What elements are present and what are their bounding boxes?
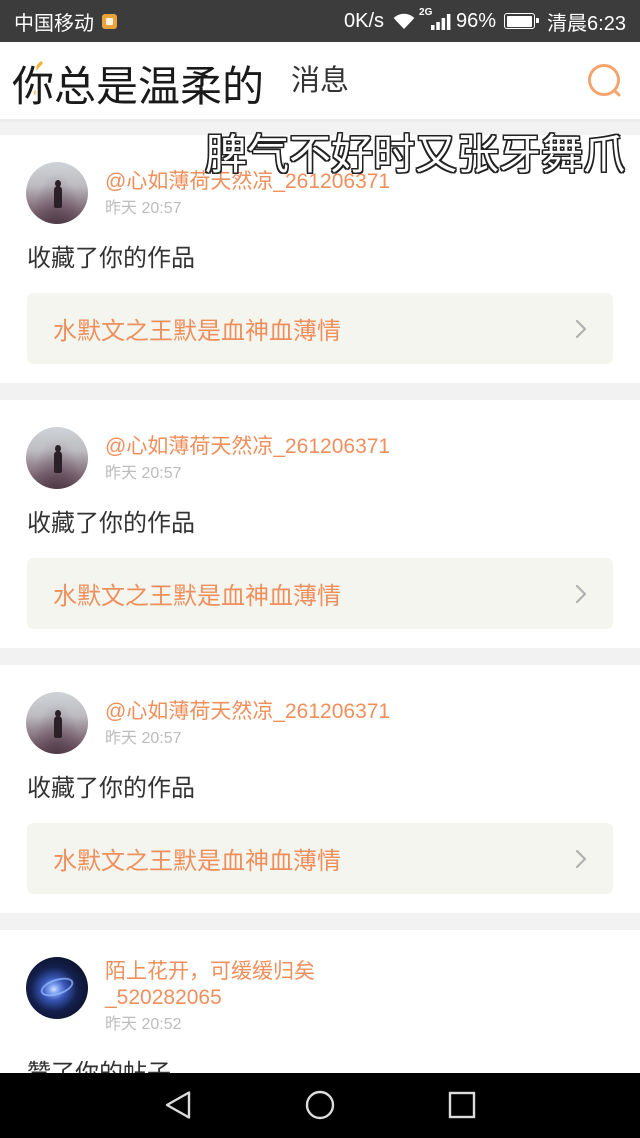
message-card[interactable]: @心如薄荷天然凉_261206371 昨天 20:57 收藏了你的作品 水默文之… — [0, 400, 640, 648]
system-nav-bar — [0, 1073, 640, 1138]
chevron-right-icon — [575, 584, 587, 603]
app-header: 消息 — [0, 42, 640, 120]
username-link[interactable]: @心如薄荷天然凉_261206371 — [105, 699, 390, 725]
message-time: 昨天 20:57 — [105, 465, 182, 482]
chevron-right-icon — [575, 849, 587, 868]
battery-fill — [506, 15, 532, 27]
chevron-right-icon — [575, 319, 587, 338]
avatar-figure — [54, 445, 62, 473]
work-title: 水默文之王默是血神血薄情 — [53, 848, 341, 875]
work-link[interactable]: 水默文之王默是血神血薄情 — [27, 293, 613, 364]
page-title: 消息 — [290, 65, 349, 97]
message-action-text: 赞了你的帖子 — [27, 1059, 613, 1073]
status-indicators: 0K/s 2G 96% 清晨6:23 — [344, 7, 626, 36]
app-notification-icon — [102, 13, 117, 29]
work-link[interactable]: 水默文之王默是血神血薄情 — [27, 558, 613, 629]
message-meta: @心如薄荷天然凉_261206371 昨天 20:57 — [105, 169, 390, 223]
signal-icon: 2G — [419, 8, 451, 32]
carrier-name: 中国移动 — [14, 12, 94, 35]
message-header: @心如薄荷天然凉_261206371 昨天 20:57 — [26, 162, 613, 224]
message-card[interactable]: @心如薄荷天然凉_261206371 昨天 20:57 收藏了你的作品 水默文之… — [0, 665, 640, 913]
wifi-icon — [393, 13, 415, 30]
message-action-text: 收藏了你的作品 — [27, 510, 195, 537]
username-link[interactable]: @心如薄荷天然凉_261206371 — [105, 169, 390, 195]
battery-icon — [504, 13, 540, 29]
net-speed: 0K/s — [344, 9, 385, 32]
message-card[interactable]: @心如薄荷天然凉_261206371 昨天 20:57 收藏了你的作品 水默文之… — [0, 135, 640, 383]
battery-percent: 96% — [456, 9, 497, 32]
nav-home-icon — [305, 1090, 335, 1120]
username-link[interactable]: @心如薄荷天然凉_261206371 — [105, 434, 390, 460]
avatar[interactable] — [26, 162, 88, 224]
message-action-text: 收藏了你的作品 — [27, 245, 195, 272]
message-time: 昨天 20:52 — [105, 1016, 182, 1033]
search-button[interactable] — [570, 42, 640, 120]
message-list: @心如薄荷天然凉_261206371 昨天 20:57 收藏了你的作品 水默文之… — [0, 120, 640, 1073]
nav-back-icon — [165, 1091, 191, 1119]
clock: 清晨6:23 — [547, 12, 626, 35]
nav-recents-icon — [448, 1091, 476, 1119]
screen: 中国移动 0K/s 2G 96% 清晨6:23 消息 @心如薄荷天然凉_2612… — [0, 0, 640, 1138]
avatar[interactable] — [26, 427, 88, 489]
message-time: 昨天 20:57 — [105, 730, 182, 747]
message-header: @心如薄荷天然凉_261206371 昨天 20:57 — [26, 692, 613, 754]
avatar-figure — [54, 710, 62, 738]
message-action-text: 收藏了你的作品 — [27, 775, 195, 802]
back-arrow-icon — [23, 61, 43, 101]
back-button[interactable] — [0, 42, 66, 120]
nav-recents-button[interactable] — [432, 1075, 492, 1135]
message-time: 昨天 20:57 — [105, 200, 182, 217]
message-header: 陌上花开，可缓缓归矣_520282065 昨天 20:52 — [26, 957, 613, 1039]
nav-home-button[interactable] — [290, 1075, 350, 1135]
message-card[interactable]: 陌上花开，可缓缓归矣_520282065 昨天 20:52 赞了你的帖子 — [0, 930, 640, 1073]
message-header: @心如薄荷天然凉_261206371 昨天 20:57 — [26, 427, 613, 489]
avatar[interactable] — [26, 957, 88, 1019]
search-icon — [588, 64, 621, 97]
message-meta: 陌上花开，可缓缓归矣_520282065 昨天 20:52 — [105, 959, 337, 1039]
username-link[interactable]: 陌上花开，可缓缓归矣_520282065 — [105, 959, 337, 1011]
work-title: 水默文之王默是血神血薄情 — [53, 583, 341, 610]
status-bar: 中国移动 0K/s 2G 96% 清晨6:23 — [0, 0, 640, 42]
nav-back-button[interactable] — [148, 1075, 208, 1135]
message-meta: @心如薄荷天然凉_261206371 昨天 20:57 — [105, 699, 390, 753]
avatar-figure — [54, 180, 62, 208]
work-title: 水默文之王默是血神血薄情 — [53, 318, 341, 345]
work-link[interactable]: 水默文之王默是血神血薄情 — [27, 823, 613, 894]
avatar[interactable] — [26, 692, 88, 754]
message-meta: @心如薄荷天然凉_261206371 昨天 20:57 — [105, 434, 390, 488]
avatar-swirl — [38, 974, 76, 1000]
